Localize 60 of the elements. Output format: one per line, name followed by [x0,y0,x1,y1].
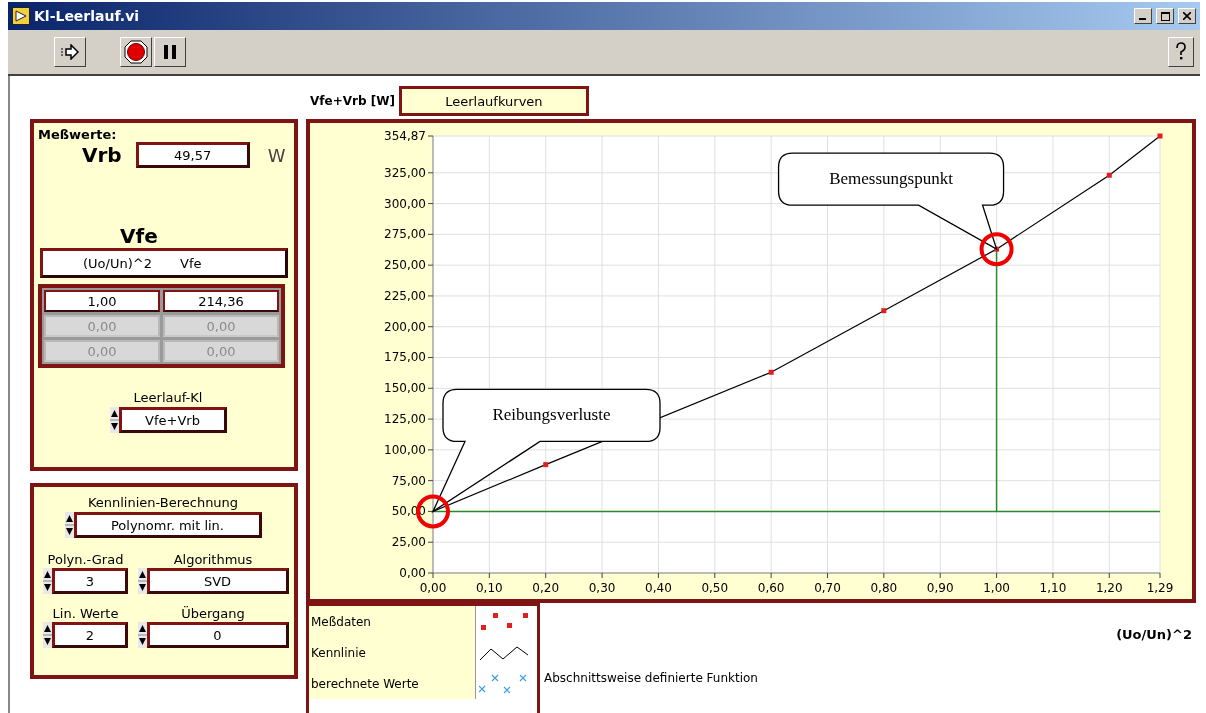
y-tick-label: 125,00 [384,412,426,427]
column-header: (Uo/Un)^2 [83,255,152,271]
x-tick-label: 1,20 [1095,581,1123,595]
annotation: Reibungsverluste [492,405,611,425]
y-tick-label: 300,00 [384,196,426,211]
x-tick-label: 0,10 [476,581,503,595]
ring-control[interactable]: SVD [146,568,289,594]
ring-control[interactable]: 2 [52,622,128,648]
window-title: Kl-Leerlauf.vi [34,8,141,24]
y-tick-label: 100,00 [384,442,426,457]
x-tick-label: 0,70 [814,581,841,595]
y-tick-label: 325,00 [384,165,426,180]
y-tick-label: 175,00 [384,350,426,365]
x-tick-label: 1,29 [1146,581,1174,595]
x-tick-label: 1,00 [983,581,1010,595]
legend-note: Abschnittsweise definierte Funktion [544,671,758,685]
array-cell[interactable]: 214,36 [163,290,279,312]
array-cell[interactable]: 1,00 [44,290,160,312]
x-tick-label: 0,50 [701,581,729,595]
ring-control[interactable]: 0 [146,622,289,648]
y-tick-label: 25,00 [391,535,426,550]
x-tick-label: 0,90 [926,581,954,595]
annotation: Bemessungspunkt [829,169,954,189]
ring-control[interactable]: 3 [52,568,128,594]
control-label: Lin. Werte [52,606,119,621]
control-label: Kennlinien-Berechnung [87,495,239,510]
x-tick-label: 0,60 [757,581,785,595]
x-tick-label: 0,40 [645,581,672,595]
y-tick-label: 75,00 [391,473,426,488]
y-tick-label: 275,00 [384,227,426,242]
ring-control[interactable]: Vfe+Vrb [118,407,227,433]
y-tick-label: 225,00 [384,288,426,303]
column-header: Vfe [180,255,202,271]
x-tick-label: 0,20 [532,581,560,595]
vrb-label: Vrb [82,143,122,167]
y-axis-title: Vfe+Vrb [W] [310,94,395,108]
y-tick-label: 354,87 [384,129,426,143]
control-label: Übergang [181,606,245,621]
y-tick-label: 0,00 [399,566,426,580]
control-label: Algorithmus [173,552,253,567]
x-tick-label: 0,00 [419,581,447,595]
ring-control[interactable]: Polynomr. mit lin. [73,512,262,538]
y-tick-label: 150,00 [384,381,426,396]
x-tick-label: 0,30 [588,581,616,595]
y-tick-label: 200,00 [384,319,426,334]
control-label: Polyn.-Grad [47,552,124,567]
chart-title: Leerlaufkurven [398,86,589,116]
x-tick-label: 1,10 [1039,581,1067,595]
unit-label: W [267,144,286,166]
vrb-value-field: 49,57 [135,142,250,168]
legend-label: berechnete Werte [309,668,475,699]
legend-label: Kennlinie [309,637,475,668]
vfe-label: Vfe [120,224,158,248]
legend-label: Meßdaten [309,606,475,637]
panel-title: Meßwerte: [38,127,117,142]
y-tick-label: 250,00 [384,258,426,273]
x-tick-label: 0,80 [870,581,898,595]
callout: Bemessungspunkt [777,152,1014,267]
x-axis-title: (Uo/Un)^2 [1116,627,1192,642]
control-label: Leerlauf-Kl [133,390,203,405]
